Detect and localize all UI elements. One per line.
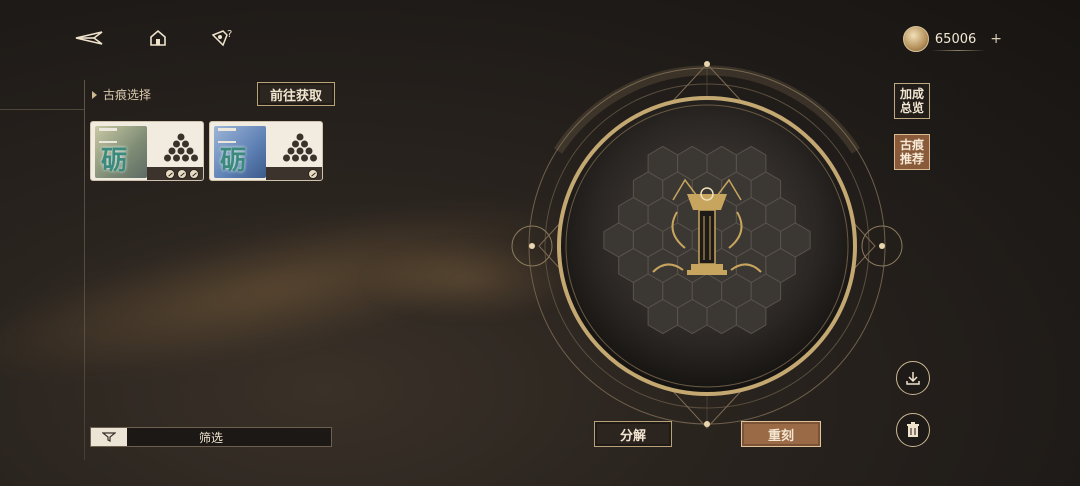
home-icon[interactable]: [143, 24, 173, 52]
triangle-icon: [92, 90, 97, 99]
hex-pattern-icon: [164, 133, 198, 162]
card-badges: [266, 167, 322, 180]
left-divider-vertical: [84, 80, 85, 460]
hex-pattern-icon: [283, 133, 317, 162]
help-icon[interactable]: ?: [208, 24, 238, 52]
goto-obtain-button[interactable]: 前往获取: [257, 82, 335, 106]
currency-display: 65006 +: [902, 24, 1002, 54]
card-badges: [147, 167, 203, 180]
trace-glyph: 砺: [220, 146, 247, 176]
attribute-badge-icon: [308, 168, 318, 179]
section-title: 古痕选择: [92, 86, 151, 103]
currency-amount: 65006: [930, 31, 987, 51]
filter-icon: [91, 428, 127, 446]
trace-thumbnail: 砺: [214, 126, 266, 178]
split-button[interactable]: 分解: [594, 421, 672, 447]
filter-label: 筛选: [198, 430, 223, 445]
bonus-overview-button[interactable]: 加成总览: [894, 83, 930, 119]
recarve-button[interactable]: 重刻: [741, 421, 821, 447]
trace-card-2[interactable]: 砺: [209, 121, 323, 181]
left-divider-horizontal: [0, 109, 84, 110]
attribute-badge-icon: [165, 168, 175, 179]
trace-thumbnail: 砺: [95, 126, 147, 178]
back-arrow-icon[interactable]: [74, 24, 104, 52]
trace-glyph: 砺: [101, 146, 128, 176]
trace-dial: [511, 61, 903, 429]
trace-card-1[interactable]: 砺: [90, 121, 204, 181]
attribute-badge-icon: [177, 168, 187, 179]
save-button[interactable]: [896, 361, 930, 395]
svg-text:?: ?: [227, 29, 232, 40]
add-currency-button[interactable]: +: [990, 31, 1002, 47]
coin-icon: [902, 26, 929, 52]
attribute-badge-icon: [189, 168, 199, 179]
trash-icon: [907, 422, 919, 437]
download-icon: [906, 372, 920, 385]
filter-button[interactable]: 筛选: [90, 427, 332, 447]
section-title-text: 古痕选择: [103, 88, 152, 102]
delete-button[interactable]: [896, 413, 930, 447]
trace-recommend-button[interactable]: 古痕推荐: [894, 134, 930, 170]
